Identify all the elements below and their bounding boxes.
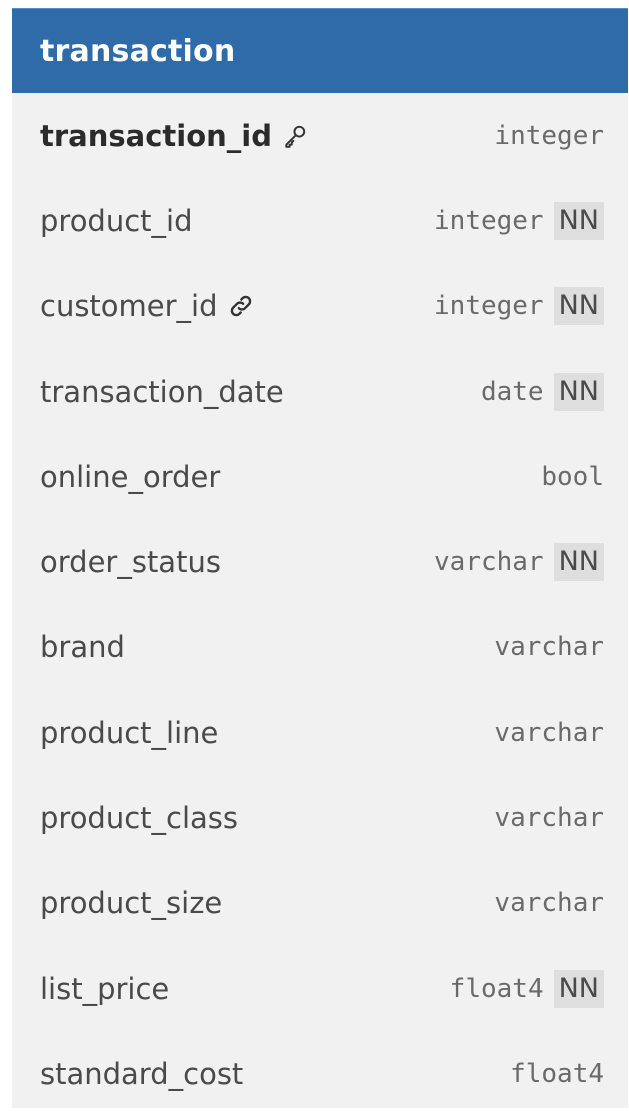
entity-table-transaction[interactable]: transaction transaction_id integer produ… — [12, 8, 628, 1108]
column-name: transaction_id — [40, 119, 308, 153]
column-name: online_order — [40, 460, 220, 494]
column-name-text: standard_cost — [40, 1056, 244, 1091]
column-name-text: order_status — [40, 545, 221, 580]
column-type: varchar — [494, 803, 604, 834]
column-row-transaction-date[interactable]: transaction_date date NN — [12, 349, 628, 434]
column-name: product_line — [40, 716, 218, 750]
column-name: brand — [40, 630, 125, 664]
column-type-group: integer NN — [434, 201, 604, 240]
table-title: transaction — [40, 33, 236, 69]
key-icon — [282, 123, 308, 149]
column-type: date — [480, 376, 544, 407]
column-type-group: float4 NN — [449, 969, 604, 1008]
column-list: transaction_id integer product_id intege… — [12, 93, 628, 1117]
column-row-product-class[interactable]: product_class varchar — [12, 775, 628, 860]
column-row-list-price[interactable]: list_price float4 NN — [12, 946, 628, 1031]
column-type-group: varchar — [494, 632, 604, 662]
column-type: integer — [434, 291, 544, 322]
column-name: customer_id — [40, 289, 254, 323]
column-type: float4 — [510, 1058, 604, 1089]
not-null-badge: NN — [553, 201, 604, 240]
column-type: integer — [494, 120, 604, 151]
column-row-transaction-id[interactable]: transaction_id integer — [12, 93, 628, 178]
column-type-group: float4 — [510, 1059, 604, 1089]
column-name-text: product_size — [40, 886, 223, 921]
table-header[interactable]: transaction — [12, 8, 628, 93]
column-type-group: varchar NN — [434, 543, 604, 582]
column-name: order_status — [40, 545, 221, 579]
column-name: product_size — [40, 886, 222, 920]
column-row-product-id[interactable]: product_id integer NN — [12, 178, 628, 263]
column-name: product_class — [40, 801, 238, 835]
column-type: float4 — [449, 973, 544, 1004]
column-type-group: varchar — [494, 718, 604, 748]
column-name-text: list_price — [40, 971, 170, 1006]
column-name-text: product_id — [40, 203, 193, 238]
column-name: product_id — [40, 204, 193, 238]
not-null-badge: NN — [553, 543, 604, 582]
column-name-text: customer_id — [40, 289, 218, 324]
column-name-text: brand — [40, 630, 125, 665]
column-name-text: online_order — [40, 459, 221, 494]
column-row-product-size[interactable]: product_size varchar — [12, 861, 628, 946]
column-type-group: integer — [494, 121, 604, 151]
column-type-group: date NN — [480, 372, 604, 411]
column-row-standard-cost[interactable]: standard_cost float4 — [12, 1031, 628, 1116]
column-name: list_price — [40, 972, 169, 1006]
link-icon — [228, 293, 254, 319]
column-name-text: transaction_date — [40, 374, 284, 409]
column-name: transaction_date — [40, 375, 284, 409]
column-name-text: transaction_id — [40, 118, 272, 153]
column-row-brand[interactable]: brand varchar — [12, 605, 628, 690]
not-null-badge: NN — [553, 372, 604, 411]
column-type: integer — [434, 205, 544, 236]
column-type: varchar — [494, 632, 604, 663]
column-row-order-status[interactable]: order_status varchar NN — [12, 519, 628, 604]
not-null-badge: NN — [553, 287, 604, 326]
column-name-text: product_line — [40, 715, 219, 750]
column-row-online-order[interactable]: online_order bool — [12, 434, 628, 519]
column-type-group: integer NN — [434, 287, 604, 326]
not-null-badge: NN — [553, 969, 604, 1008]
column-type-group: varchar — [494, 888, 604, 918]
column-name-text: product_class — [40, 801, 239, 836]
column-name: standard_cost — [40, 1057, 243, 1091]
column-type-group: varchar — [494, 803, 604, 833]
column-row-customer-id[interactable]: customer_id integer NN — [12, 264, 628, 349]
column-type: varchar — [494, 717, 604, 748]
column-type: varchar — [434, 547, 544, 578]
column-type: bool — [541, 461, 604, 492]
column-row-product-line[interactable]: product_line varchar — [12, 690, 628, 775]
column-type: varchar — [494, 888, 604, 919]
column-type-group: bool — [541, 462, 604, 492]
